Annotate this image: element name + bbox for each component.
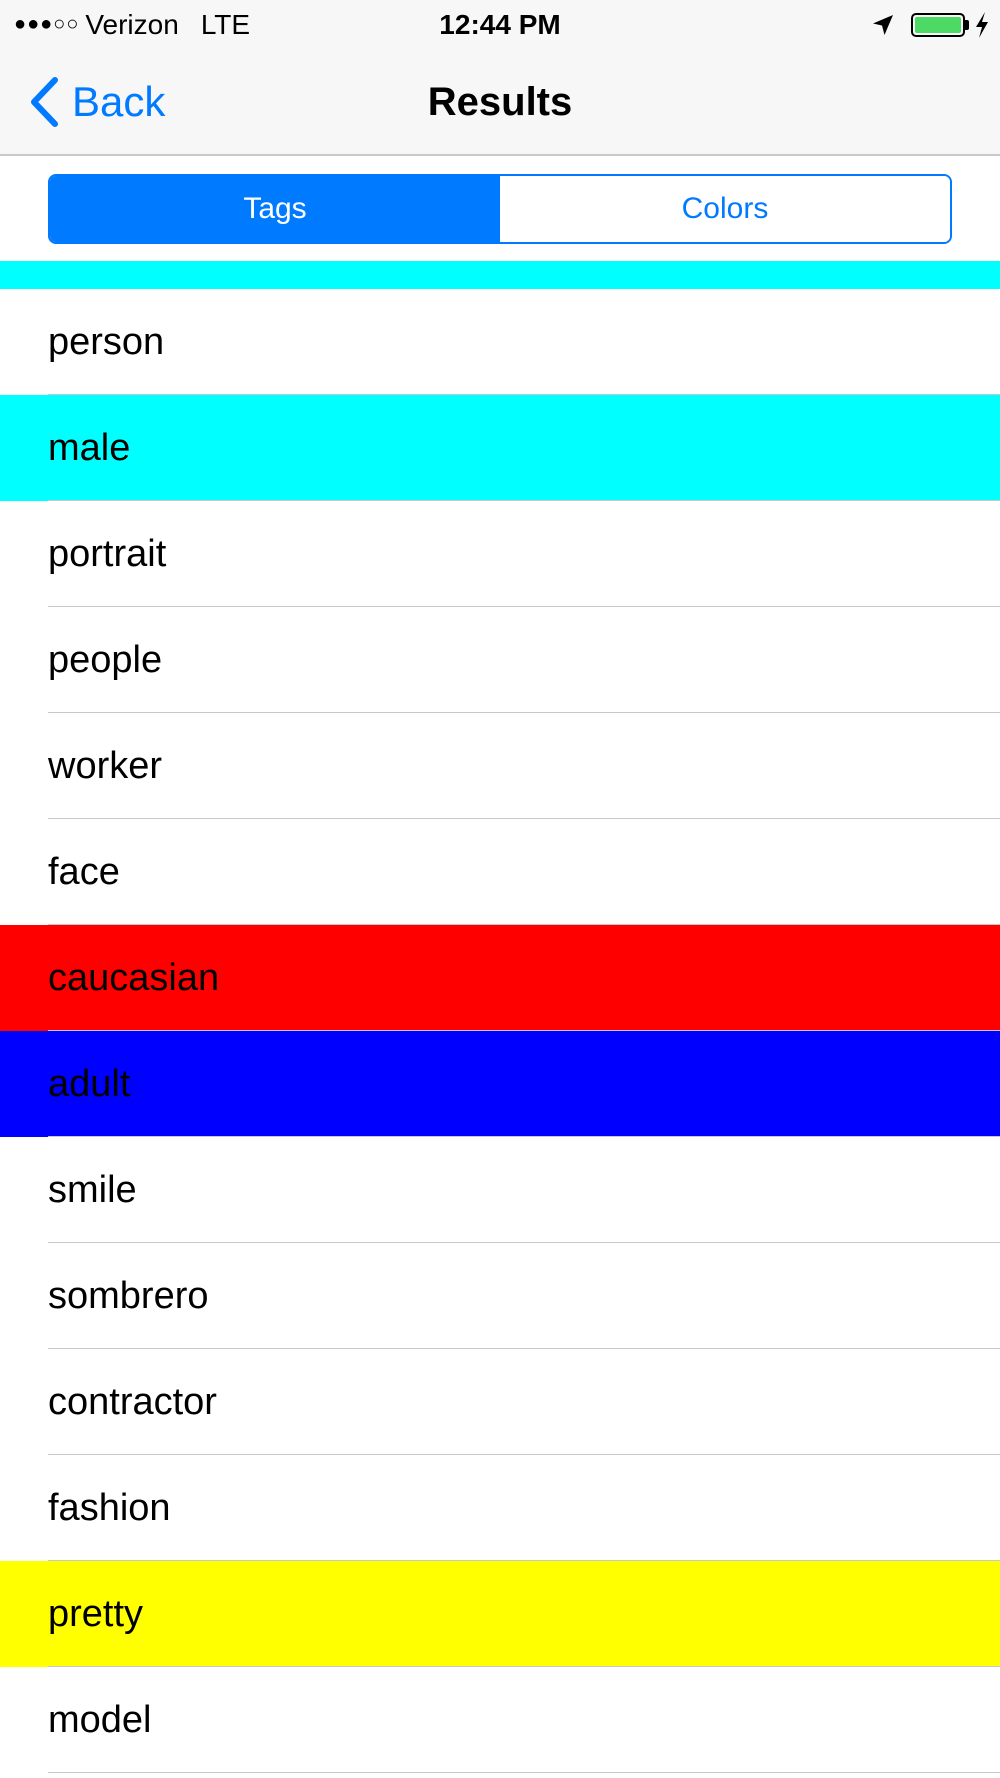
tag-row[interactable]: male — [0, 395, 1000, 501]
tag-label: face — [48, 851, 120, 893]
tag-row[interactable]: pretty — [0, 1561, 1000, 1667]
page-title: Results — [427, 80, 573, 124]
tag-label: sombrero — [48, 1275, 209, 1317]
segment-tags[interactable]: Tags — [50, 176, 500, 242]
tag-row[interactable]: smile — [0, 1137, 1000, 1243]
tag-label: person — [48, 321, 165, 363]
bolt-icon — [976, 12, 988, 38]
tag-label: fashion — [48, 1487, 171, 1529]
status-right — [871, 9, 990, 41]
tag-row[interactable]: model — [0, 1667, 1000, 1773]
tag-row[interactable]: sombrero — [0, 1243, 1000, 1349]
segmented-control: Tags Colors — [48, 174, 952, 244]
tag-label: adult — [48, 1063, 131, 1105]
tag-row[interactable]: face — [0, 819, 1000, 925]
battery-tip — [965, 20, 969, 30]
tag-label: people — [48, 639, 163, 681]
battery-fill — [915, 17, 961, 33]
battery-icon — [911, 13, 965, 37]
tag-row[interactable]: person — [0, 289, 1000, 395]
tag-list: person male portrait people worker face caucas… — [0, 261, 1000, 1773]
status-time: 12:44 PM — [439, 9, 561, 40]
tag-row[interactable]: adult — [0, 1031, 1000, 1137]
tag-label: smile — [48, 1169, 137, 1211]
tag-label: worker — [48, 745, 163, 787]
tag-label: male — [48, 427, 131, 469]
tag-label: pretty — [48, 1593, 144, 1635]
navigation-bar: Back Results — [0, 50, 1000, 156]
location-arrow-icon — [873, 15, 893, 35]
tag-row[interactable]: caucasian — [0, 925, 1000, 1031]
tag-label: model — [48, 1699, 152, 1741]
tag-row[interactable]: contractor — [0, 1349, 1000, 1455]
tag-row[interactable]: portrait — [0, 501, 1000, 607]
tag-label: contractor — [48, 1381, 217, 1423]
tag-row[interactable]: people — [0, 607, 1000, 713]
tag-label: caucasian — [48, 957, 220, 999]
list-top-strip — [0, 261, 1000, 289]
tag-label: portrait — [48, 533, 167, 575]
tag-row[interactable]: fashion — [0, 1455, 1000, 1561]
status-bar: ●●●○○ Verizon LTE 12:44 PM — [0, 0, 1000, 50]
segment-colors[interactable]: Colors — [500, 176, 950, 242]
tag-row[interactable]: worker — [0, 713, 1000, 819]
